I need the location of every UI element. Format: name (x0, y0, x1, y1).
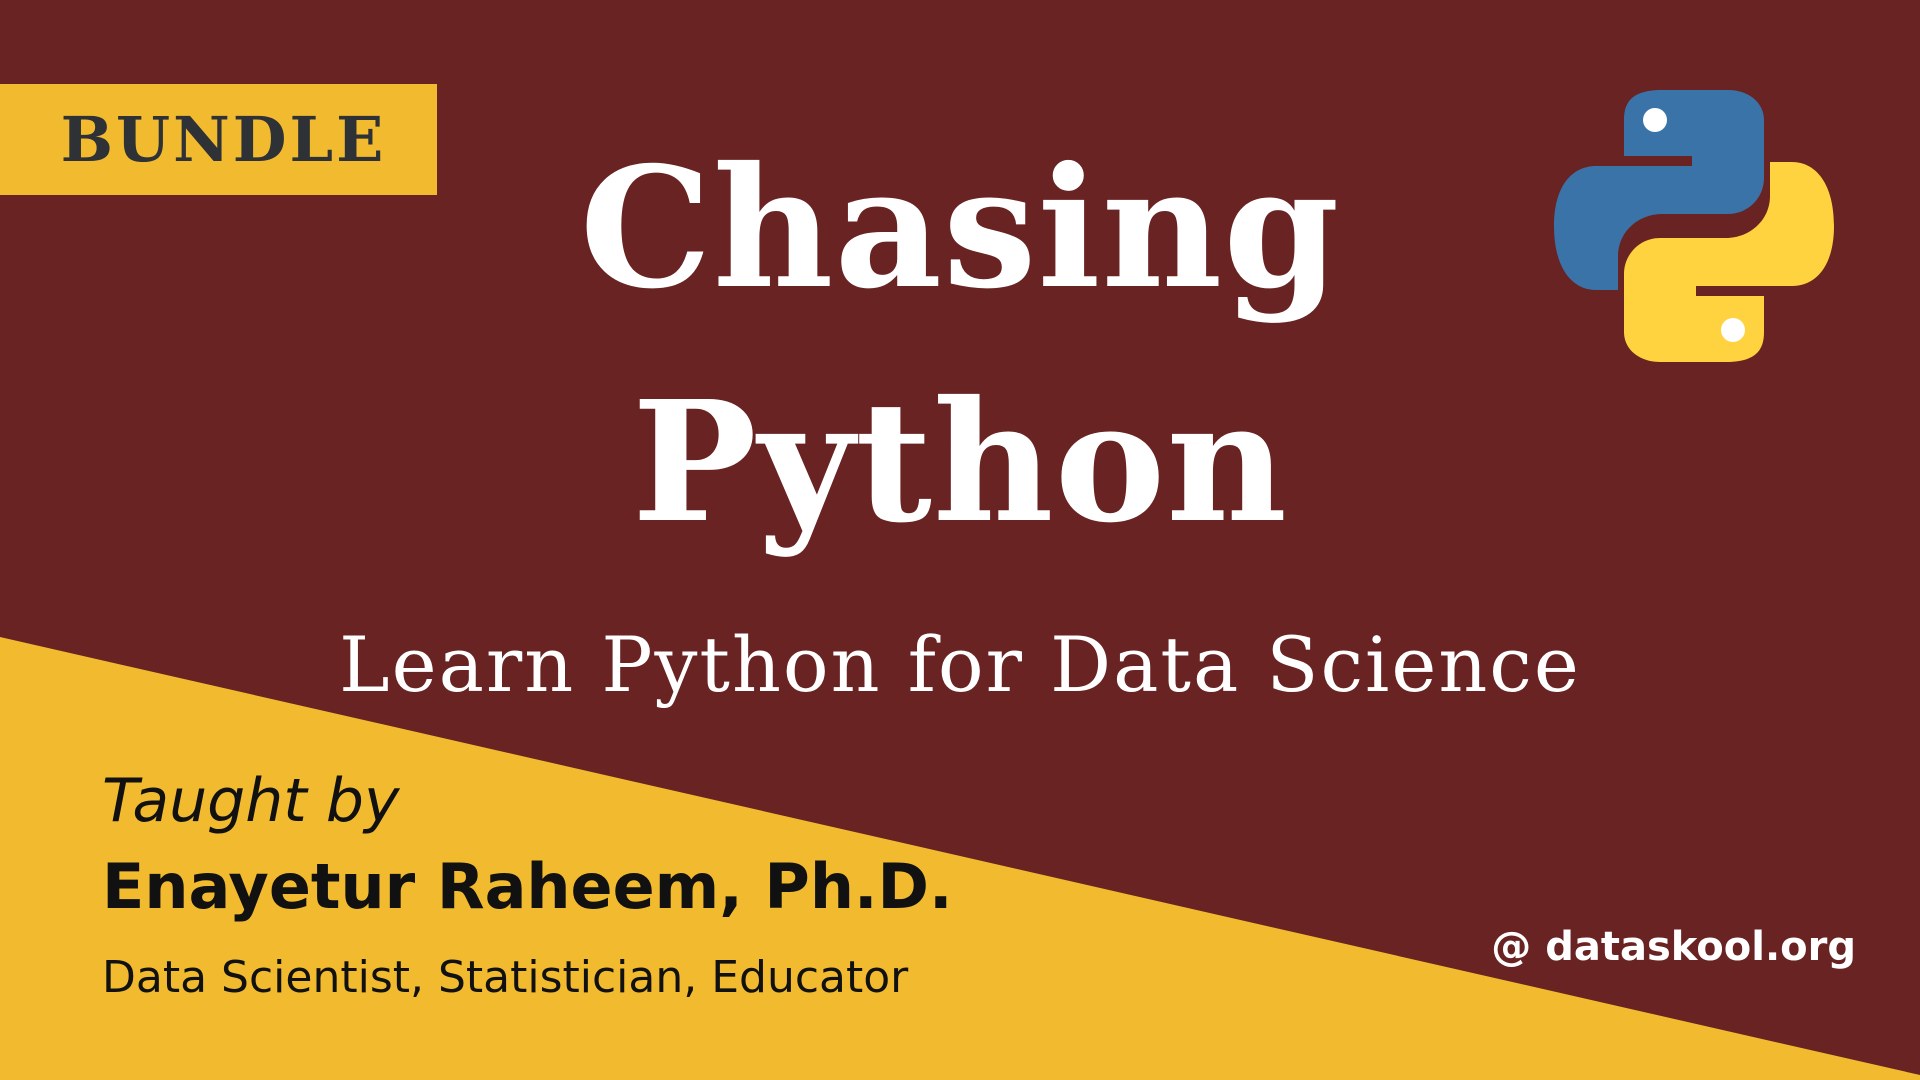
taught-by-label: Taught by (102, 766, 400, 836)
python-logo-eye-bottom (1721, 318, 1745, 342)
course-title-line-2: Python (631, 365, 1289, 560)
website-link[interactable]: @ dataskool.org (1491, 924, 1856, 970)
course-banner: BUNDLE Chasing Python Learn Python for D… (0, 0, 1920, 1080)
instructor-name: Enayetur Raheem, Ph.D. (102, 850, 953, 923)
instructor-roles: Data Scientist, Statistician, Educator (102, 952, 909, 1003)
python-logo-eye-top (1643, 108, 1667, 132)
python-logo-icon (1554, 90, 1834, 362)
course-subtitle: Learn Python for Data Science (339, 620, 1581, 709)
